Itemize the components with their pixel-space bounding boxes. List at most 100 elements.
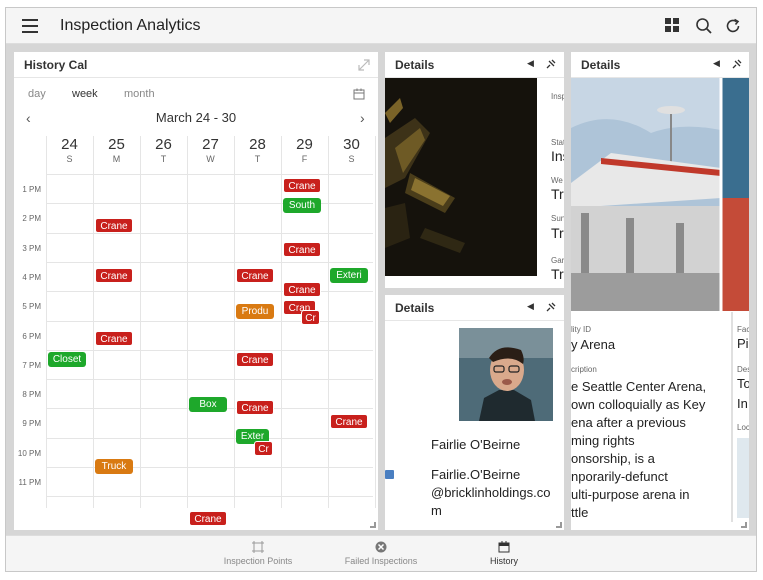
hour-label: 9 PM — [22, 419, 41, 428]
description-label: cription — [571, 365, 597, 374]
calendar-event[interactable]: Crane — [236, 268, 274, 283]
calendar-event[interactable]: Closet — [48, 352, 86, 367]
day-header[interactable]: 30 S — [328, 136, 375, 164]
calendar-event[interactable]: Crane — [236, 400, 274, 415]
hour-label: 11 PM — [18, 478, 41, 487]
field-label-status: Stat — [551, 138, 564, 147]
pin-icon[interactable] — [545, 57, 556, 75]
day-letter: W — [206, 154, 215, 164]
hour-label: 8 PM — [22, 390, 41, 399]
refresh-icon[interactable] — [724, 17, 742, 35]
day-letter: M — [112, 154, 121, 164]
calendar-event[interactable]: Box — [189, 397, 227, 412]
day-header[interactable]: 27 W — [187, 136, 234, 164]
app-window: Inspection Analytics History Cal day wee… — [5, 7, 757, 572]
equipment-photo — [385, 78, 537, 276]
calendar-event[interactable]: Exteri — [330, 268, 368, 283]
email-line-3[interactable]: m — [431, 502, 442, 520]
calendar-event[interactable]: Crane — [236, 352, 274, 367]
hour-label: 10 PM — [17, 449, 41, 458]
resize-handle-icon[interactable] — [370, 522, 376, 528]
resize-handle-icon[interactable] — [556, 522, 562, 528]
calendar-event[interactable]: Crane — [283, 178, 321, 193]
prev-week-icon[interactable]: ‹ — [26, 110, 31, 126]
details-arena-header: Details ◀ — [571, 52, 749, 78]
grid-hour-line — [46, 291, 373, 292]
calendar-event[interactable]: Crane — [189, 511, 227, 526]
email-icon — [385, 470, 394, 479]
day-number: 26 — [155, 136, 172, 153]
calendar-event[interactable]: Crane — [95, 331, 133, 346]
facility-id-label: lity ID — [571, 325, 591, 334]
grid-view-icon[interactable] — [664, 17, 682, 35]
day-header[interactable]: 29 F — [281, 136, 328, 164]
calendar-event[interactable]: Produ — [236, 304, 274, 319]
mode-week[interactable]: week — [72, 88, 98, 100]
grid-hour-line — [46, 174, 373, 175]
grid-column-line — [93, 136, 94, 508]
history-calendar-panel: History Cal day week month March 24 - 30… — [14, 52, 378, 530]
collapse-icon[interactable]: ◀ — [527, 301, 534, 312]
field-label-sun: Sun — [551, 214, 564, 223]
hour-label: 2 PM — [22, 214, 41, 223]
pin-icon[interactable] — [545, 300, 556, 318]
grid-hour-line — [46, 321, 373, 322]
email-line-2[interactable]: @bricklinholdings.co — [431, 484, 550, 502]
grid-hour-line — [46, 379, 373, 380]
details-person-header: Details ◀ — [385, 295, 564, 321]
grid-column-line — [328, 136, 329, 508]
details-panel-person: Details ◀ Fairlie O'Beirne Fairlie.O'Bei… — [385, 295, 564, 530]
facility-id-value: y Arena — [571, 337, 616, 352]
calendar-event[interactable]: Crane — [330, 414, 368, 429]
grid-hour-line — [46, 262, 373, 263]
search-icon[interactable] — [695, 17, 713, 35]
grid-column-line — [281, 136, 282, 508]
calendar-icon[interactable] — [353, 87, 365, 105]
details-person-title: Details — [395, 301, 435, 315]
hour-label: 6 PM — [22, 332, 41, 341]
field-value-garage: Tr — [551, 266, 564, 282]
mode-day[interactable]: day — [28, 88, 46, 100]
day-header[interactable]: 24 S — [46, 136, 93, 164]
resize-handle-icon[interactable] — [741, 522, 747, 528]
email-line-1[interactable]: Fairlie.O'Beirne — [431, 466, 520, 484]
day-letter: S — [348, 154, 355, 164]
pin-icon[interactable] — [731, 57, 742, 75]
nav-failed-inspections-label: Failed Inspections — [344, 556, 418, 566]
day-letter: T — [254, 154, 261, 164]
calendar-event[interactable]: South — [283, 198, 321, 213]
calendar-event[interactable]: Truck — [95, 459, 133, 474]
grid-hour-line — [46, 350, 373, 351]
calendar-event[interactable]: Crane — [95, 268, 133, 283]
date-range: March 24 - 30 — [155, 110, 237, 125]
calendar-event[interactable]: Crane — [95, 218, 133, 233]
nav-history[interactable]: History — [454, 541, 554, 566]
nav-inspection-points[interactable]: Inspection Points — [208, 541, 308, 566]
mode-month[interactable]: month — [124, 88, 155, 100]
details-panel-arena: Details ◀ lity ID y Arena cription e Sea… — [571, 52, 749, 530]
field-label-garage: Gar — [551, 256, 564, 265]
calendar-event[interactable]: Cr — [254, 441, 273, 456]
menu-icon[interactable] — [22, 19, 38, 33]
failed-inspections-icon — [375, 541, 387, 553]
day-header[interactable]: 28 T — [234, 136, 281, 164]
calendar-event[interactable]: Cr — [301, 310, 320, 325]
side-value-des: To — [737, 376, 749, 391]
day-number: 30 — [343, 136, 360, 153]
day-number: 29 — [296, 136, 313, 153]
side-value-in: In — [737, 396, 748, 411]
collapse-icon[interactable]: ◀ — [713, 58, 720, 69]
description-line: ena after a previous — [571, 415, 686, 430]
day-header[interactable]: 25 M — [93, 136, 140, 164]
calendar-event[interactable]: Crane — [283, 282, 321, 297]
details-arena-title: Details — [581, 58, 621, 72]
collapse-icon[interactable]: ◀ — [527, 58, 534, 69]
adjacent-card: Fac Pi Des To In Loc — [731, 312, 749, 522]
next-week-icon[interactable]: › — [360, 110, 365, 126]
day-header[interactable]: 26 T — [140, 136, 187, 164]
description-line: own colloquially as Key — [571, 397, 706, 412]
nav-failed-inspections[interactable]: Failed Inspections — [331, 541, 431, 566]
calendar-event[interactable]: Crane — [283, 242, 321, 257]
description-line: ttle — [571, 505, 589, 520]
expand-icon[interactable] — [358, 58, 370, 76]
